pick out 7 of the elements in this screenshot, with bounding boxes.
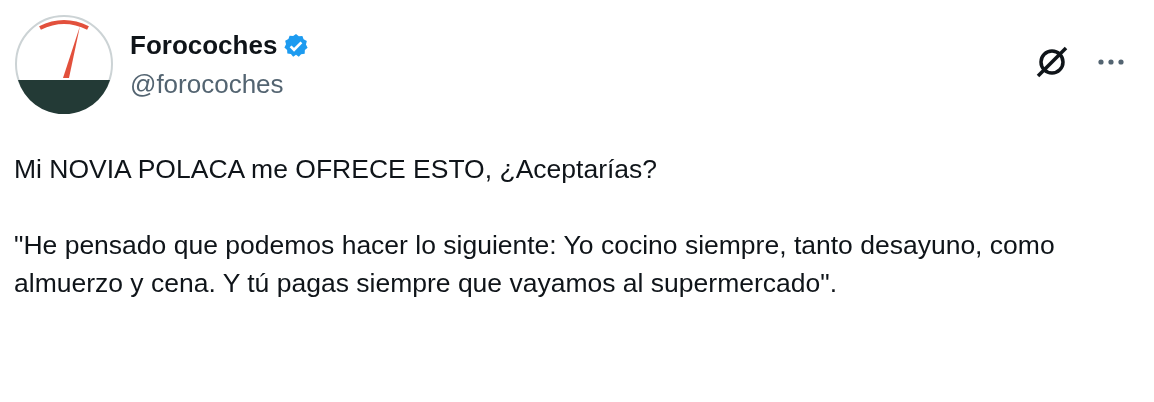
- tweet-text: Mi NOVIA POLACA me OFRECE ESTO, ¿Aceptarías?: [14, 153, 659, 186]
- avatar-icon[interactable]: [14, 14, 114, 114]
- more-icon[interactable]: [1098, 59, 1124, 65]
- author-handle[interactable]: @forocoches: [130, 69, 1018, 100]
- author-name[interactable]: Forocoches: [130, 30, 278, 61]
- tweet-text: "He pensado que podemos hacer lo siguiente: Yo cocino siempre, tanto desayuno, como almuerzo y cena. Y tú pagas siempre que vayamos al supermercado".: [14, 229, 1056, 300]
- slashed-circle-icon[interactable]: [1034, 44, 1070, 80]
